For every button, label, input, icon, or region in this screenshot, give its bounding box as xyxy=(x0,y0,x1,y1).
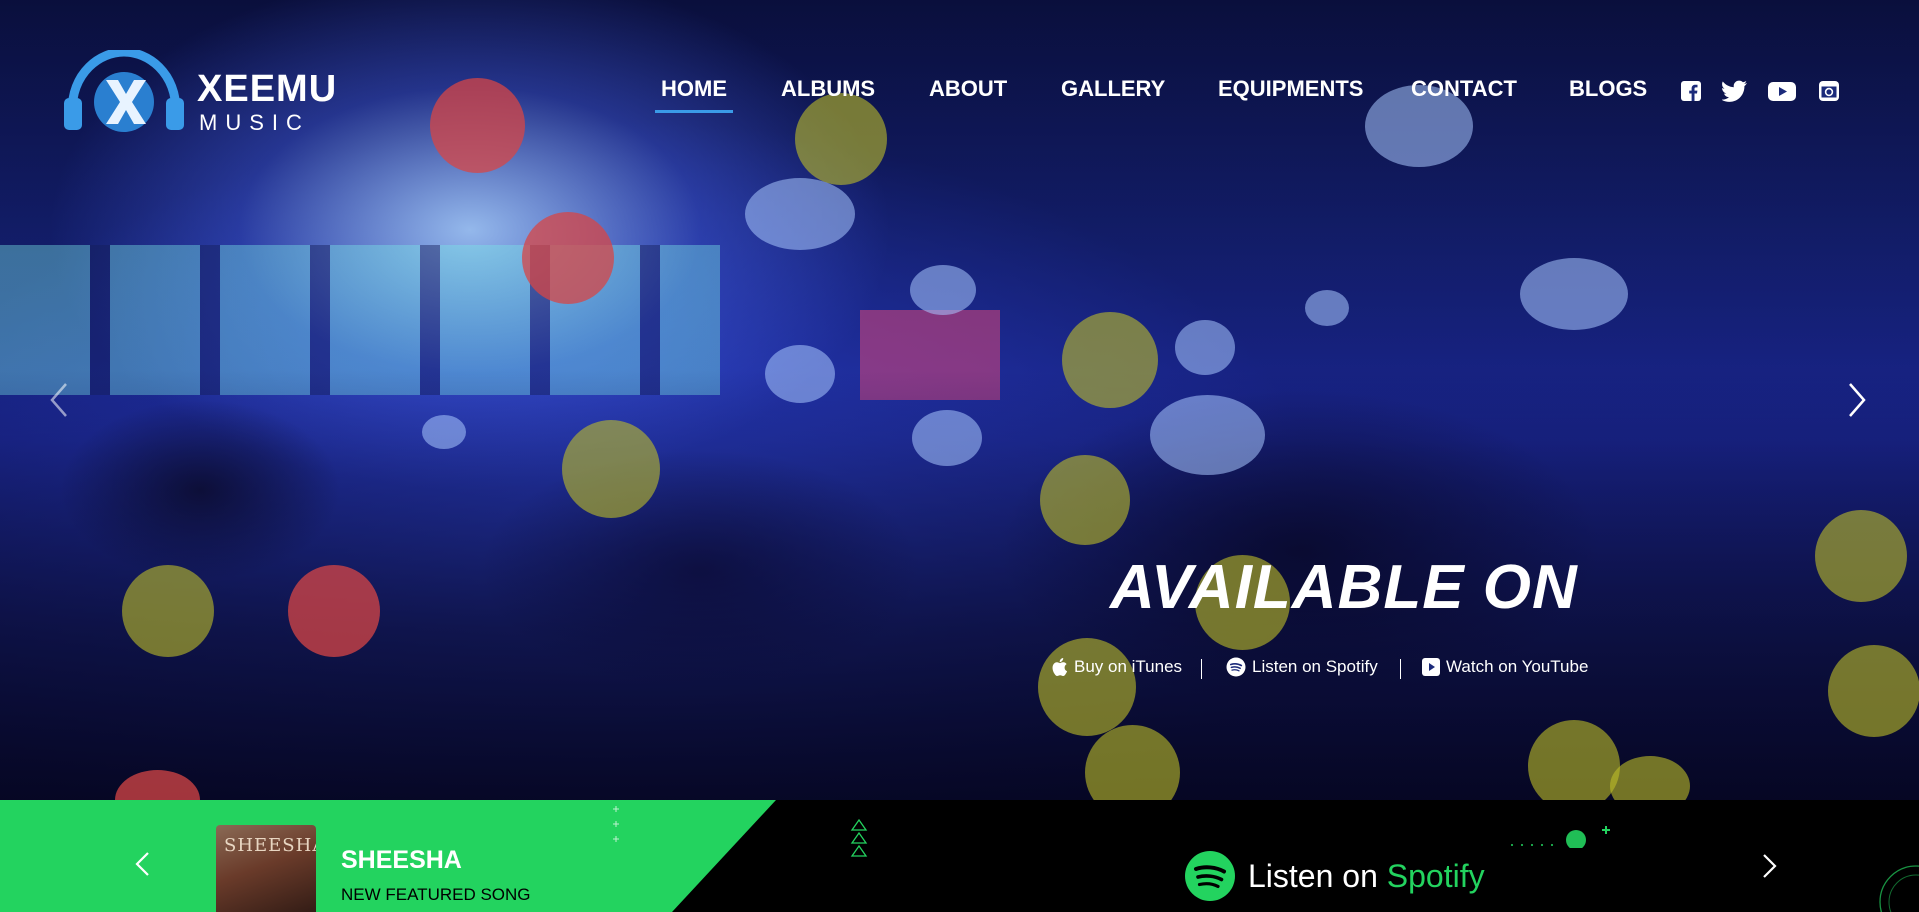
decor-circle-icon xyxy=(1879,865,1919,912)
bubble xyxy=(288,565,380,657)
spotify-icon xyxy=(1226,657,1246,677)
spotify-logo-icon xyxy=(1185,851,1235,901)
carousel-prev-arrow-icon[interactable] xyxy=(46,380,72,420)
apple-icon xyxy=(1052,658,1068,676)
youtube-link-label: Watch on YouTube xyxy=(1446,657,1589,676)
bubble xyxy=(122,565,214,657)
twitter-icon[interactable] xyxy=(1722,80,1748,102)
facebook-icon[interactable] xyxy=(1680,80,1702,102)
hero-headline: AVAILABLE ON xyxy=(1110,553,1578,622)
itunes-link[interactable]: Buy on iTunes xyxy=(1050,657,1182,677)
bubble xyxy=(1062,312,1158,408)
instagram-icon[interactable] xyxy=(1818,80,1840,102)
nav-equipments[interactable]: EQUIPMENTS xyxy=(1218,76,1363,102)
listen-on-spotify-button[interactable]: Listen on Spotify xyxy=(1184,850,1485,902)
balloon xyxy=(745,178,855,250)
youtube-link[interactable]: Watch on YouTube xyxy=(1422,657,1588,677)
balloon xyxy=(1305,290,1349,326)
decor-triangles-icon xyxy=(850,818,868,857)
featured-prev-arrow-icon[interactable] xyxy=(132,850,154,878)
bubble xyxy=(562,420,660,518)
spotify-link[interactable]: Listen on Spotify xyxy=(1226,657,1378,677)
nav-home[interactable]: HOME xyxy=(655,76,733,113)
balloon xyxy=(910,265,976,315)
nav-about[interactable]: ABOUT xyxy=(929,76,1007,102)
listen-brand: Spotify xyxy=(1386,857,1485,894)
nav-albums[interactable]: ALBUMS xyxy=(781,76,875,102)
balloon xyxy=(1175,320,1235,375)
nav-gallery[interactable]: GALLERY xyxy=(1061,76,1165,102)
featured-song-subtitle: NEW FEATURED SONG xyxy=(341,885,531,904)
youtube-icon xyxy=(1422,658,1440,676)
album-cover-image[interactable]: SHEESHA xyxy=(216,825,316,912)
nav-contact[interactable]: CONTACT xyxy=(1411,76,1517,102)
link-divider xyxy=(1400,659,1401,679)
featured-bar: SHEESHA SHEESHA NEW FEATURED SONG xyxy=(0,800,1919,912)
balloon xyxy=(1520,258,1628,330)
main-nav: HOME ALBUMS ABOUT GALLERY EQUIPMENTS CON… xyxy=(0,76,1919,116)
featured-song-title[interactable]: SHEESHA xyxy=(341,846,462,875)
hero-store-links: Buy on iTunes Listen on Spotify Watch on… xyxy=(0,657,1919,683)
balloon xyxy=(912,410,982,466)
balloon xyxy=(1150,395,1265,475)
album-cover-text: SHEESHA xyxy=(224,835,316,856)
bubble xyxy=(1038,638,1136,736)
itunes-link-label: Buy on iTunes xyxy=(1074,657,1183,676)
bubble xyxy=(522,212,614,304)
listen-prefix: Listen on xyxy=(1248,857,1378,894)
link-divider xyxy=(1201,659,1202,679)
balloon xyxy=(422,415,466,449)
nav-blogs[interactable]: BLOGS xyxy=(1569,76,1647,102)
bubble xyxy=(1040,455,1130,545)
decor-dots-icon xyxy=(1511,826,1610,848)
spotify-link-label: Listen on Spotify xyxy=(1252,657,1378,676)
youtube-icon[interactable] xyxy=(1768,80,1796,102)
decor-plus-icon xyxy=(613,806,619,842)
balloon xyxy=(765,345,835,403)
listen-on-label: Listen on Spotify xyxy=(1248,858,1485,895)
carousel-next-arrow-icon[interactable] xyxy=(1844,380,1870,420)
bubble xyxy=(1815,510,1907,602)
featured-next-arrow-icon[interactable] xyxy=(1758,852,1780,880)
